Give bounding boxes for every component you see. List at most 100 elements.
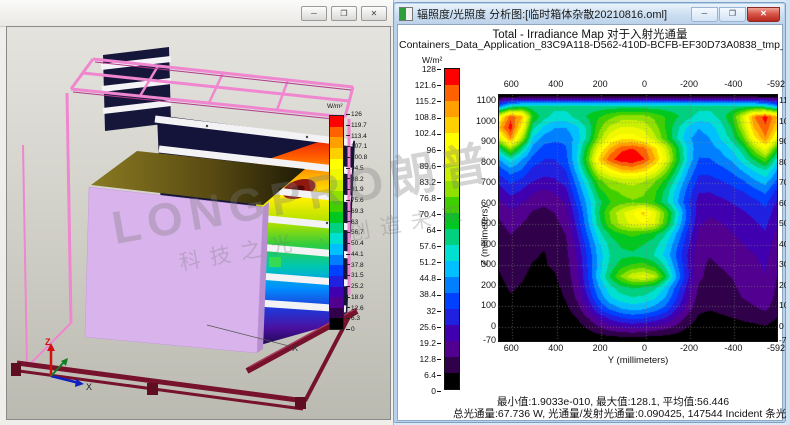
colorbar-segment [330,201,343,212]
maximize-icon: ❐ [340,9,347,18]
colorbar-tick-label: 107.1 [346,143,367,150]
axis-tick-label: 700 [456,177,496,187]
axis-tick-label: 800 [456,157,496,167]
chart-subtitle: Containers_Data_Application_83C9A118-D56… [399,39,783,51]
axis-triad: Z X [45,337,92,392]
colorbar-segment [445,357,459,373]
colorbar-segment [330,287,343,298]
axis-tick-label: 200 [456,280,496,290]
left-colorbar [329,115,344,330]
colorbar-tick-label: 6.4 [398,370,441,380]
irradiance-window-titlebar[interactable]: 辐照度/光照度 分析图:[临时箱体杂散20210816.oml] ─ ❐ ✕ [395,4,784,24]
axis-tick-label: 900 [456,136,496,146]
colorbar-tick-label: 25.6 [398,322,441,332]
colorbar-tick-label: 0 [346,326,355,333]
axis-tick-label: 100 [456,300,496,310]
colorbar-segment [330,233,343,244]
colorbar-segment [330,297,343,308]
close-button[interactable]: ✕ [361,6,387,21]
left-colorbar-unit: W/m² [327,103,343,110]
window-controls: ─ ❐ ✕ [691,7,780,22]
colorbar-tick-label: 100.8 [346,154,367,161]
minimize-button[interactable]: ─ [301,6,327,21]
colorbar-segment [330,265,343,276]
colorbar-tick-label: 75.6 [346,197,364,204]
colorbar-tick-label: 64 [398,225,441,235]
model-window-titlebar[interactable]: ─ ❐ ✕ [0,0,393,27]
colorbar-tick-label: 96 [398,145,441,155]
close-button[interactable]: ✕ [747,7,780,22]
axis-tick-label: 600 [494,79,528,89]
close-icon: ✕ [760,9,767,18]
axis-tick-label: 600 [456,198,496,208]
colorbar-tick-label: 50.4 [346,240,364,247]
colorbar-tick-label: 32 [398,306,441,316]
colorbar-tick-label: 88.2 [346,176,364,183]
colorbar-tick-label: 0 [398,386,441,396]
minimize-button[interactable]: ─ [691,7,718,22]
colorbar-segment [445,69,459,85]
colorbar-tick-label: 56.7 [346,229,364,236]
colorbar-tick-label: 31.5 [346,272,364,279]
colorbar-tick-label: 121.6 [398,80,441,90]
colorbar-segment [330,116,343,127]
axis-tick-label: -200 [672,343,706,353]
colorbar-segment [330,276,343,287]
irradiance-heatmap[interactable] [498,94,778,342]
colorbar-tick-label: 94.5 [346,165,364,172]
colorbar-segment [330,127,343,138]
axis-tick-label: -400 [716,343,750,353]
colorbar-segment [330,169,343,180]
colorbar-segment [330,318,343,329]
colorbar-tick-label: 115.2 [398,96,441,106]
colorbar-tick-label: 63 [346,219,358,226]
model-viewport[interactable]: Z X X W/m² 126 119.7 113.4 107.1 100.8 94.5 88… [6,26,391,420]
colorbar-segment [330,255,343,266]
axis-tick-label: 600 [494,343,528,353]
application-window: ─ ❐ ✕ [0,0,790,425]
colorbar-tick-label: 19.2 [398,338,441,348]
axis-tick-label: 400 [456,239,496,249]
colorbar-tick-label: 126 [346,111,362,118]
axis-tick-label: -200 [672,79,706,89]
colorbar-tick-label: 44.1 [346,251,364,258]
maximize-button[interactable]: ❐ [719,7,746,22]
colorbar-tick-label: 18.9 [346,294,364,301]
colorbar-tick-label: 108.8 [398,112,441,122]
axis-tick-label: 400 [539,79,573,89]
colorbar-segment [330,148,343,159]
colorbar-tick-label: 89.6 [398,161,441,171]
model-view-window: ─ ❐ ✕ [0,0,394,425]
colorbar-segment [330,191,343,202]
window-frame-edge [786,0,790,425]
maximize-button[interactable]: ❐ [331,6,357,21]
axis-x-label: X [86,382,92,392]
colorbar-segment [330,244,343,255]
colorbar-tick-label: 25.2 [346,283,364,290]
colorbar-tick-label: 51.2 [398,257,441,267]
axis-tick-label: 200 [583,79,617,89]
colorbar-tick-label: 12.6 [346,305,364,312]
axis-tick-label: 0 [628,79,662,89]
minimize-icon: ─ [311,9,317,18]
colorbar-tick-label: 6.3 [346,315,360,322]
colorbar-tick-label: 44.8 [398,273,441,283]
colorbar-tick-label: 128 [398,64,441,74]
axis-tick-label: 0 [456,321,496,331]
colorbar-segment [330,223,343,234]
svg-text:X: X [292,343,298,353]
colorbar-tick-label: 102.4 [398,128,441,138]
colorbar-tick-label: 81.9 [346,186,364,193]
colorbar-tick-label: 70.4 [398,209,441,219]
maximize-icon: ❐ [729,9,736,18]
model-window-buttons: ─ ❐ ✕ [301,6,387,21]
irradiance-map-window: 辐照度/光照度 分析图:[临时箱体杂散20210816.oml] ─ ❐ ✕ T… [393,2,786,423]
window-icon [399,7,413,21]
minimize-icon: ─ [702,9,708,18]
colorbar-segment [330,212,343,223]
colorbar-tick-label: 113.4 [346,133,367,140]
axis-tick-label: 500 [456,218,496,228]
stats-flux: 总光通量:67.736 W, 光通量/发射光通量:0.090425, 14754… [453,406,773,421]
axis-tick-label: 200 [583,343,617,353]
colorbar-tick-label: 119.7 [346,122,367,129]
